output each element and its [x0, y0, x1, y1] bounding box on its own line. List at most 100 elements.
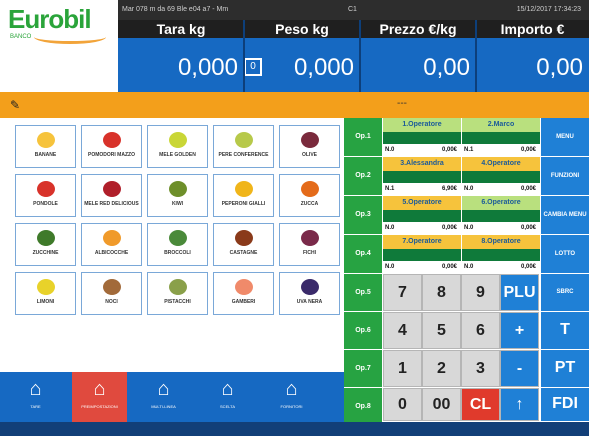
op-button[interactable]: Op.7	[344, 350, 382, 387]
operator-tile[interactable]: 1.Operatore N.0 0,00€	[383, 118, 461, 156]
keypad-key[interactable]: 0	[383, 388, 422, 421]
op-button[interactable]: Op.5	[344, 274, 382, 311]
operator-tile[interactable]: 3.Alessandra N.1 6,90€	[383, 157, 461, 195]
product-name: OLIVE	[301, 152, 317, 158]
keypad-key[interactable]: PLU	[500, 274, 539, 311]
product-button[interactable]: KIWI	[147, 174, 208, 217]
operator-name: 7.Operatore	[383, 235, 461, 249]
product-image	[168, 279, 187, 295]
product-image	[102, 181, 121, 197]
operator-info: N.0 0,00€	[383, 222, 461, 234]
operator-tile[interactable]: 4.Operatore N.0 0,00€	[462, 157, 540, 195]
operator-amount: 0,00€	[441, 147, 457, 153]
keypad-key[interactable]: CL	[461, 388, 500, 421]
operator-tile[interactable]: 2.Marco N.1 0,00€	[462, 118, 540, 156]
product-name: GAMBERI	[231, 299, 256, 305]
product-button[interactable]: BANANE	[15, 125, 76, 168]
function-key[interactable]: PT	[541, 350, 589, 387]
product-name: ALBICOCCHE	[94, 250, 129, 256]
operator-tile[interactable]: 5.Operatore N.0 0,00€	[383, 196, 461, 234]
operator-name: 1.Operatore	[383, 118, 461, 132]
op-button[interactable]: Op.2	[344, 157, 382, 195]
nav-label: SCELTA	[220, 404, 235, 409]
op-button[interactable]: Op.3	[344, 196, 382, 234]
message-text: ---	[397, 98, 407, 109]
op-button[interactable]: Op.4	[344, 235, 382, 273]
operator-name: 4.Operatore	[462, 157, 540, 171]
op-button[interactable]: Op.8	[344, 388, 382, 425]
keypad-key[interactable]: 6	[461, 312, 500, 349]
menu-button[interactable]: CAMBIA MENU	[541, 196, 589, 234]
nav-button[interactable]: ⌂ MULTI-LINEA	[136, 372, 191, 422]
keypad-key[interactable]: 8	[422, 274, 461, 311]
keypad-key[interactable]: 3	[461, 350, 500, 387]
product-button[interactable]: NOCI	[81, 272, 142, 315]
product-button[interactable]: FICHI	[279, 223, 340, 266]
zero-indicator-icon: 0	[244, 58, 262, 76]
product-name: FICHI	[302, 250, 317, 256]
keypad-key[interactable]: 9	[461, 274, 500, 311]
product-image	[300, 181, 319, 197]
nav-button[interactable]: ⌂ FORNITORI	[264, 372, 319, 422]
product-button[interactable]: UVA NERA	[279, 272, 340, 315]
product-button[interactable]: GAMBERI	[213, 272, 274, 315]
importo-display: Importo € 0,00	[476, 20, 589, 92]
menu-button[interactable]: LOTTO	[541, 235, 589, 273]
product-button[interactable]: CASTAGNE	[213, 223, 274, 266]
product-button[interactable]: MELE RED DELICIOUS	[81, 174, 142, 217]
op-button[interactable]: Op.1	[344, 118, 382, 156]
nav-button[interactable]: ⌂ SCELTA	[200, 372, 255, 422]
nav-button[interactable]: ⌂ TARE	[8, 372, 63, 422]
keypad-key[interactable]: 7	[383, 274, 422, 311]
product-image	[300, 230, 319, 246]
operator-info: N.0 0,00€	[383, 261, 461, 273]
menu-button[interactable]: SBRC	[541, 274, 589, 311]
product-button[interactable]: ZUCCHINE	[15, 223, 76, 266]
product-button[interactable]: PEPERONI GIALLI	[213, 174, 274, 217]
keypad-key[interactable]: +	[500, 312, 539, 349]
product-button[interactable]: PONDOLE	[15, 174, 76, 217]
nav-button[interactable]: ⌂ PREIMPOSTAZIONI	[72, 372, 127, 422]
product-button[interactable]: LIMONI	[15, 272, 76, 315]
pin-icon[interactable]: ✎	[10, 98, 20, 112]
product-name: BROCCOLI	[164, 250, 191, 256]
operator-tile[interactable]: 6.Operatore N.0 0,00€	[462, 196, 540, 234]
product-button[interactable]: ZUCCA	[279, 174, 340, 217]
keypad-key[interactable]: 5	[422, 312, 461, 349]
product-image	[300, 279, 319, 295]
operator-tile[interactable]: 7.Operatore N.0 0,00€	[383, 235, 461, 273]
operator-tile[interactable]: 8.Operatore N.0 0,00€	[462, 235, 540, 273]
keypad-key[interactable]: ↑	[500, 388, 539, 421]
function-key[interactable]: FDI	[541, 388, 589, 421]
product-button[interactable]: PERE CONFERENCE	[213, 125, 274, 168]
product-button[interactable]: PISTACCHI	[147, 272, 208, 315]
tara-label: Tara kg	[118, 20, 244, 38]
logo-swoosh	[34, 30, 106, 44]
product-button[interactable]: BROCCOLI	[147, 223, 208, 266]
basket-icon: ⌂	[93, 378, 106, 400]
operator-amount: 6,90€	[441, 186, 457, 192]
operator-amount: 0,00€	[520, 225, 536, 231]
keypad-key[interactable]: 4	[383, 312, 422, 349]
menu-button[interactable]: MENU	[541, 118, 589, 156]
product-button[interactable]: MELE GOLDEN	[147, 125, 208, 168]
keypad-key[interactable]: 1	[383, 350, 422, 387]
keypad-key[interactable]: 00	[422, 388, 461, 421]
display-divider	[359, 20, 361, 92]
op-button[interactable]: Op.6	[344, 312, 382, 349]
keypad-key[interactable]: -	[500, 350, 539, 387]
product-name: UVA NERA	[296, 299, 323, 305]
product-image	[36, 132, 55, 148]
product-button[interactable]: OLIVE	[279, 125, 340, 168]
datetime: 15/12/2017 17:34:23	[516, 6, 581, 13]
keypad-key[interactable]: 2	[422, 350, 461, 387]
product-button[interactable]: POMODORI MAZZO	[81, 125, 142, 168]
menu-button[interactable]: FUNZIONI	[541, 157, 589, 195]
function-key[interactable]: T	[541, 312, 589, 349]
operator-info: N.1 6,90€	[383, 183, 461, 195]
operator-amount: 0,00€	[520, 147, 536, 153]
importo-label: Importo €	[476, 20, 589, 38]
product-image	[234, 279, 253, 295]
product-name: CASTAGNE	[229, 250, 258, 256]
product-button[interactable]: ALBICOCCHE	[81, 223, 142, 266]
